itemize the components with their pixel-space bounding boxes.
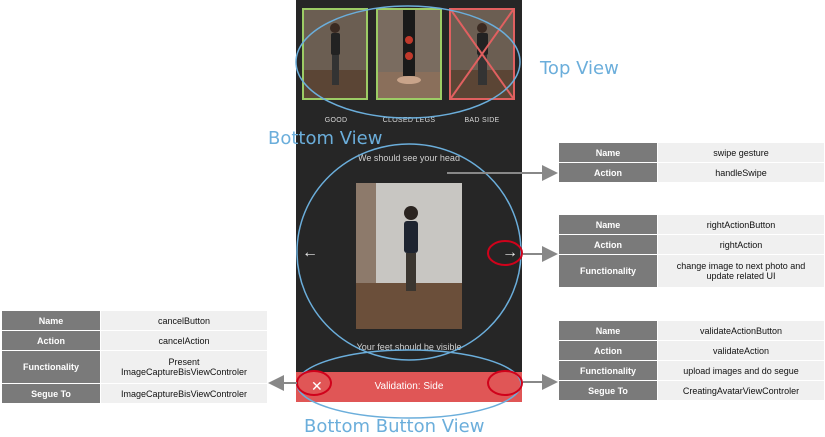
key-cell: Segue To (1, 383, 101, 404)
key-cell: Action (558, 162, 658, 183)
value-cell: handleSwipe (657, 162, 825, 183)
right-button-info-table: Name rightActionButton Action rightAction … (558, 214, 825, 288)
key-cell: Action (1, 330, 101, 351)
value-cell: CreatingAvatarViewControler (657, 380, 825, 401)
value-cell: cancelAction (100, 330, 268, 351)
key-cell: Functionality (558, 360, 658, 381)
key-cell: Name (1, 310, 101, 331)
key-cell: Functionality (1, 350, 101, 384)
value-cell: rightAction (657, 234, 825, 255)
swipe-info-table: Name swipe gesture Action handleSwipe (558, 142, 825, 183)
key-cell: Segue To (558, 380, 658, 401)
value-cell: ImageCaptureBisViewControler (100, 383, 268, 404)
key-cell: Name (558, 142, 658, 163)
validate-highlight (487, 370, 523, 396)
value-cell: upload images and do segue (657, 360, 825, 381)
validate-info-table: Name validateActionButton Action validateA… (558, 320, 825, 401)
value-cell: change image to next photo and update re… (657, 254, 825, 288)
cancel-info-table: Name cancelButton Action cancelAction Func… (1, 310, 268, 404)
right-arrow-highlight (487, 240, 523, 266)
cancel-highlight (296, 370, 332, 396)
key-cell: Name (558, 320, 658, 341)
value-cell: validateAction (657, 340, 825, 361)
top-view-label: Top View (540, 58, 619, 79)
bottom-button-view-label: Bottom Button View (304, 416, 485, 437)
value-cell: Present ImageCaptureBisViewControler (100, 350, 268, 384)
value-cell: swipe gesture (657, 142, 825, 163)
bottom-view-label: Bottom View (268, 128, 383, 149)
top-view-ellipse (295, 5, 521, 119)
key-cell: Functionality (558, 254, 658, 288)
key-cell: Name (558, 214, 658, 235)
value-cell: rightActionButton (657, 214, 825, 235)
key-cell: Action (558, 234, 658, 255)
key-cell: Action (558, 340, 658, 361)
value-cell: validateActionButton (657, 320, 825, 341)
value-cell: cancelButton (100, 310, 268, 331)
